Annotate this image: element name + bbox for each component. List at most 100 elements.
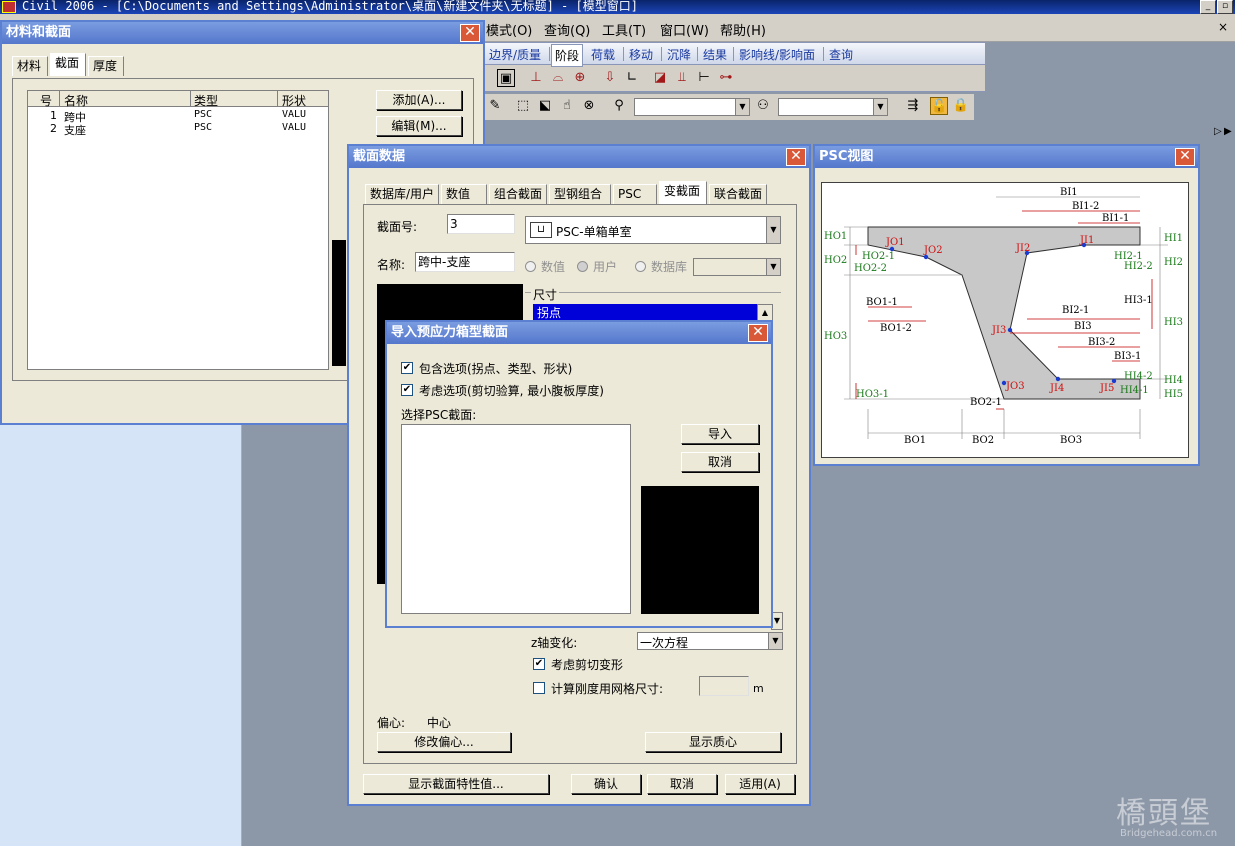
pointer-icon[interactable]: ☝ <box>558 97 576 115</box>
radio-user[interactable] <box>577 261 588 272</box>
rtab-settle[interactable]: 沉降 <box>667 46 691 63</box>
menu-help[interactable]: 帮助(H) <box>720 20 766 39</box>
tab-psc[interactable]: PSC <box>613 184 657 204</box>
psc-list[interactable] <box>401 424 631 614</box>
label-hi2-2: HI2-2 <box>1124 261 1153 272</box>
tab-composite[interactable]: 联合截面 <box>709 184 767 204</box>
database-combo[interactable]: ▼ <box>693 258 781 276</box>
rtab-influence[interactable]: 影响线/影响面 <box>739 46 815 63</box>
rtab-stage[interactable]: 阶段 <box>551 44 584 67</box>
close-button[interactable]: ✕ <box>748 324 768 342</box>
add-button[interactable]: 添加(A)... <box>376 90 462 110</box>
section-no-input[interactable]: 3 <box>447 214 515 234</box>
node-icon[interactable]: ⊢ <box>695 69 713 87</box>
table-row[interactable]: 2 支座 PSC VALU <box>28 122 328 137</box>
menu-window[interactable]: 窗口(W) <box>660 20 709 39</box>
menu-query[interactable]: 查询(Q) <box>544 20 590 39</box>
ok-button[interactable]: 确认 <box>571 774 641 794</box>
spring-icon[interactable]: ⊕ <box>571 69 589 87</box>
radio-database[interactable] <box>635 261 646 272</box>
menu-mode[interactable]: 模式(O) <box>486 20 532 39</box>
name-input[interactable]: 跨中-支座 <box>415 252 515 272</box>
pen-icon[interactable]: ✎ <box>486 97 504 115</box>
select-window-icon[interactable]: ⬕ <box>536 97 554 115</box>
edit-button[interactable]: 编辑(M)... <box>376 116 462 136</box>
radio-numeric[interactable] <box>525 261 536 272</box>
import-button[interactable]: 导入 <box>681 424 759 444</box>
chevron-down-icon[interactable]: ▼ <box>873 99 887 115</box>
section-table: 号 名称 类型 形状 1 跨中 PSC VALU 2 支座 PSC VALU <box>27 90 329 370</box>
support-icon[interactable]: ⌓ <box>549 69 567 87</box>
pressure-icon[interactable]: ⫫ <box>673 69 691 87</box>
rtab-boundary[interactable]: 边界/质量 <box>489 46 541 63</box>
mesh-checkbox[interactable] <box>533 682 545 694</box>
psc-preview <box>641 486 759 614</box>
modify-offset-button[interactable]: 修改偏心... <box>377 732 511 752</box>
filter-combo[interactable]: ▼ <box>634 98 750 116</box>
col-header-type[interactable]: 类型 <box>194 92 218 109</box>
target-icon[interactable]: ⊗ <box>580 97 598 115</box>
mesh-size-input[interactable] <box>699 676 749 696</box>
tab-combined[interactable]: 组合截面 <box>489 184 547 204</box>
lock-icon[interactable]: 🔒 <box>952 97 970 115</box>
chevron-down-icon[interactable]: ▼ <box>768 633 782 649</box>
col-header-name[interactable]: 名称 <box>64 92 88 109</box>
cell-no: 2 <box>50 122 57 135</box>
table-row[interactable]: 1 跨中 PSC VALU <box>28 109 328 124</box>
rtab-load[interactable]: 荷载 <box>591 46 615 63</box>
play-icon[interactable]: ▷ <box>1214 126 1222 137</box>
node-select-icon[interactable]: ⚇ <box>754 97 772 115</box>
minimize-button[interactable]: _ <box>1200 0 1216 14</box>
menu-tools[interactable]: 工具(T) <box>602 20 646 39</box>
z-axis-combo[interactable]: 一次方程 ▼ <box>637 632 783 650</box>
tab-tapered[interactable]: 变截面 <box>659 181 707 204</box>
close-button[interactable]: ✕ <box>786 148 806 166</box>
include-options-checkbox[interactable]: ✔ <box>401 362 413 374</box>
chevron-down-icon[interactable]: ▼ <box>766 217 780 243</box>
show-properties-button[interactable]: 显示截面特性值... <box>363 774 549 794</box>
next-icon[interactable]: ▶ <box>1224 126 1232 137</box>
load-icon[interactable]: ⇩ <box>601 69 619 87</box>
close-button[interactable]: ✕ <box>1175 148 1195 166</box>
restore-button[interactable]: ▫ <box>1217 0 1233 14</box>
consider-options-checkbox[interactable]: ✔ <box>401 384 413 396</box>
chevron-down-icon[interactable]: ▼ <box>735 99 749 115</box>
select-icon[interactable]: ⬚ <box>514 97 532 115</box>
import-cancel-button[interactable]: 取消 <box>681 452 759 472</box>
col-header-shape[interactable]: 形状 <box>282 92 306 109</box>
group-combo[interactable]: ▼ <box>778 98 888 116</box>
close-button[interactable]: ✕ <box>460 24 480 42</box>
probe-icon[interactable]: ⚲ <box>610 97 628 115</box>
stage-icon[interactable]: ▣ <box>497 69 515 87</box>
ribbon-divider <box>733 47 734 61</box>
element-icon[interactable]: ⊶ <box>717 69 735 87</box>
col-header-no[interactable]: 号 <box>40 92 52 109</box>
rtab-move[interactable]: 移动 <box>629 46 653 63</box>
activate-icon[interactable]: ⇶ <box>904 97 922 115</box>
table-header: 号 名称 类型 形状 <box>28 91 328 109</box>
chevron-down-icon[interactable]: ▼ <box>766 259 780 275</box>
label-hi2: HI2 <box>1164 257 1183 268</box>
tab-steel-combined[interactable]: 型钢组合 <box>549 184 611 204</box>
boundary-icon[interactable]: ⊥ <box>527 69 545 87</box>
tab-database-user[interactable]: 数据库/用户 <box>365 184 439 204</box>
shear-checkbox[interactable]: ✔ <box>533 658 545 670</box>
dialog-title: 截面数据 <box>349 146 809 168</box>
show-centroid-button[interactable]: 显示质心 <box>645 732 781 752</box>
import-psc-dialog: 导入预应力箱型截面 ✕ ✔ 包含选项(拐点、类型、形状) ✔ 考虑选项(剪切验算… <box>385 320 773 628</box>
rtab-query[interactable]: 查询 <box>829 46 853 63</box>
apply-button[interactable]: 适用(A) <box>725 774 795 794</box>
tab-value[interactable]: 数值 <box>441 184 487 204</box>
lock-open-icon[interactable]: 🔓 <box>930 97 948 115</box>
angle-icon[interactable]: ∟ <box>623 69 641 87</box>
label-bi1-1: BI1-1 <box>1102 213 1129 224</box>
doc-close-icon[interactable]: × <box>1218 20 1228 34</box>
section-type-combo[interactable]: ⊔ PSC-单箱单室 ▼ <box>525 216 781 244</box>
tab-thickness[interactable]: 厚度 <box>88 56 124 76</box>
cancel-button[interactable]: 取消 <box>647 774 717 794</box>
col-divider <box>59 91 60 107</box>
tab-section[interactable]: 截面 <box>50 53 86 76</box>
beam-load-icon[interactable]: ◪ <box>651 69 669 87</box>
rtab-result[interactable]: 结果 <box>703 46 727 63</box>
tab-material[interactable]: 材料 <box>12 56 48 76</box>
